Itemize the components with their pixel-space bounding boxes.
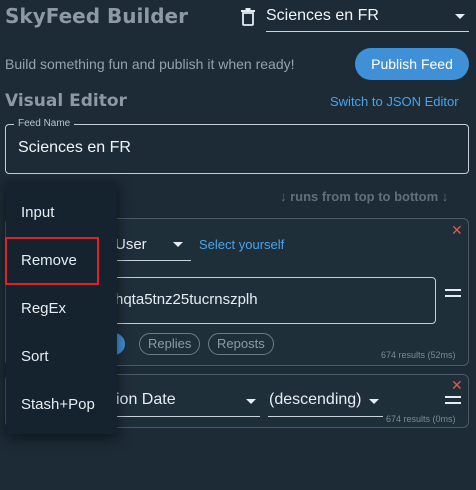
menu-item-sort[interactable]: Sort	[6, 333, 117, 381]
results-count: 674 results (52ms)	[381, 350, 456, 360]
chevron-down-icon	[369, 399, 379, 404]
sort-field-select[interactable]: ion Date	[100, 385, 260, 417]
runs-note: ↓ runs from top to bottom ↓	[280, 189, 449, 204]
close-icon[interactable]: ✕	[451, 378, 463, 392]
menu-item-input[interactable]: Input	[6, 189, 117, 237]
close-icon[interactable]: ✕	[451, 223, 463, 237]
drag-handle-icon[interactable]	[445, 396, 461, 408]
feed-name-label: Feed Name	[14, 118, 75, 129]
highlight-box	[5, 237, 99, 285]
app-title: SkyFeed Builder	[5, 4, 188, 28]
sort-direction-value: (descending)	[269, 391, 362, 408]
chip-replies[interactable]: Replies	[139, 333, 201, 355]
menu-item-stash-pop[interactable]: Stash+Pop	[6, 381, 117, 429]
user-select-value: User	[115, 236, 147, 253]
switch-to-json-link[interactable]: Switch to JSON Editor	[330, 94, 459, 109]
sort-field-value: ion Date	[116, 391, 176, 408]
feed-select-value: Sciences en FR	[266, 7, 379, 24]
chevron-down-icon	[173, 242, 183, 247]
user-did-input[interactable]: hqta5tnz25tucrnszplh	[100, 277, 436, 324]
user-select[interactable]: User	[105, 231, 191, 261]
sort-direction-select[interactable]: (descending)	[268, 385, 383, 417]
block-type-menu: Input Remove RegEx Sort Stash+Pop	[6, 181, 117, 434]
chevron-down-icon	[246, 399, 256, 404]
chip-reposts[interactable]: Reposts	[208, 333, 274, 355]
trash-icon[interactable]	[240, 8, 256, 26]
results-count: 674 results (0ms)	[386, 414, 456, 424]
feed-name-field[interactable]: Feed Name Sciences en FR	[5, 118, 469, 174]
select-yourself-link[interactable]: Select yourself	[199, 237, 284, 252]
tagline: Build something fun and publish it when …	[5, 56, 295, 72]
section-title: Visual Editor	[5, 91, 127, 111]
user-did-value: hqta5tnz25tucrnszplh	[115, 291, 258, 308]
chevron-down-icon	[455, 14, 465, 19]
drag-handle-icon[interactable]	[445, 289, 461, 301]
menu-item-regex[interactable]: RegEx	[6, 285, 117, 333]
publish-feed-button[interactable]: Publish Feed	[355, 48, 469, 80]
feed-name-value: Sciences en FR	[18, 139, 131, 156]
feed-select[interactable]: Sciences en FR	[266, 2, 469, 32]
